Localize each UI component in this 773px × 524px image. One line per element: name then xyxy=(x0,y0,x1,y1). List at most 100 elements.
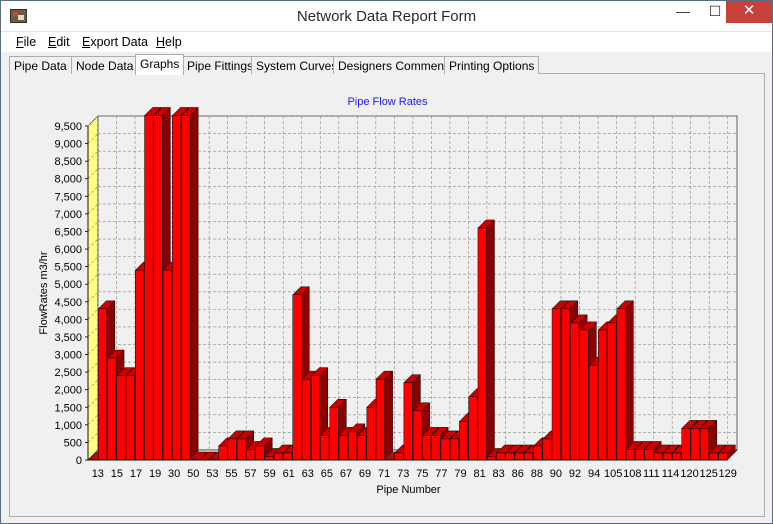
y-tick-label: 9,500 xyxy=(54,121,82,133)
x-axis-title: Pipe Number xyxy=(376,484,441,496)
x-tick-label: 92 xyxy=(569,468,581,480)
x-tick-label: 105 xyxy=(604,468,622,480)
x-tick-label: 30 xyxy=(168,468,180,480)
x-tick-label: 69 xyxy=(359,468,371,480)
y-tick-label: 6,500 xyxy=(54,226,82,238)
bar xyxy=(135,269,145,461)
x-tick-label: 59 xyxy=(263,468,275,480)
bar xyxy=(699,428,709,461)
x-tick-label: 73 xyxy=(397,468,409,480)
y-tick-label: 5,500 xyxy=(54,262,82,274)
bar xyxy=(218,445,228,461)
bar xyxy=(301,378,311,461)
bar xyxy=(144,115,154,461)
bar xyxy=(709,452,719,461)
app-window: Network Data Report Form — ☐ ✕ File Edit… xyxy=(0,0,773,524)
y-tick-label: 2,500 xyxy=(54,367,82,379)
x-tick-label: 57 xyxy=(244,468,256,480)
bar xyxy=(477,227,487,461)
bar xyxy=(98,308,108,461)
bar xyxy=(431,435,441,461)
bar xyxy=(672,452,682,461)
bar xyxy=(570,322,580,461)
y-axis-title: FlowRates m3/hr xyxy=(38,251,50,334)
y-tick-label: 1,500 xyxy=(54,402,82,414)
x-tick-label: 125 xyxy=(699,468,717,480)
x-tick-label: 114 xyxy=(662,468,680,480)
y-tick-label: 3,000 xyxy=(54,350,82,362)
y-tick-label: 7,500 xyxy=(54,191,82,203)
bar xyxy=(172,115,182,461)
bar xyxy=(579,329,589,461)
bar xyxy=(375,378,385,461)
bar xyxy=(181,115,191,461)
x-tick-label: 129 xyxy=(719,468,737,480)
bar xyxy=(422,435,432,461)
bar xyxy=(394,452,404,461)
bar xyxy=(449,438,459,461)
y-tick-label: 4,000 xyxy=(54,314,82,326)
bar xyxy=(311,375,321,461)
x-tick-label: 19 xyxy=(149,468,161,480)
y-tick-label: 5,000 xyxy=(54,279,82,291)
bar xyxy=(662,452,672,461)
y-tick-label: 7,000 xyxy=(54,209,82,221)
bar-side xyxy=(486,219,495,461)
bar-side xyxy=(384,370,393,461)
tab-graphs[interactable]: Graphs xyxy=(135,54,185,75)
bar xyxy=(644,449,654,461)
bar xyxy=(616,308,626,461)
x-tick-label: 77 xyxy=(435,468,447,480)
bar xyxy=(588,364,598,461)
bar-side xyxy=(625,300,634,461)
bar xyxy=(681,428,691,461)
y-tick-label: 8,500 xyxy=(54,156,82,168)
bar xyxy=(246,449,256,461)
bar xyxy=(162,269,172,461)
x-tick-label: 61 xyxy=(283,468,295,480)
bar xyxy=(403,382,413,461)
bar xyxy=(690,428,700,461)
bar xyxy=(348,431,358,461)
bar xyxy=(625,449,635,461)
bar xyxy=(598,329,608,461)
bar xyxy=(542,438,552,461)
bar xyxy=(255,445,265,461)
bar xyxy=(125,375,135,461)
y-tick-label: 500 xyxy=(64,437,82,449)
bar xyxy=(514,452,524,461)
x-tick-label: 71 xyxy=(378,468,390,480)
x-tick-label: 120 xyxy=(680,468,698,480)
y-tick-label: 9,000 xyxy=(54,139,82,151)
x-tick-label: 86 xyxy=(512,468,524,480)
bar xyxy=(635,449,645,461)
x-tick-label: 55 xyxy=(225,468,237,480)
bar xyxy=(283,452,293,461)
y-tick-label: 4,500 xyxy=(54,297,82,309)
y-tick-label: 3,500 xyxy=(54,332,82,344)
x-tick-label: 94 xyxy=(588,468,600,480)
x-tick-label: 67 xyxy=(340,468,352,480)
bar xyxy=(468,396,478,461)
bar xyxy=(653,452,663,461)
bar xyxy=(116,375,126,461)
bar xyxy=(107,357,117,461)
x-tick-label: 88 xyxy=(531,468,543,480)
bar xyxy=(153,115,163,461)
bar xyxy=(486,456,496,461)
bar-side xyxy=(189,106,199,461)
x-tick-label: 108 xyxy=(623,468,641,480)
bar xyxy=(292,294,302,461)
x-tick-label: 13 xyxy=(92,468,104,480)
bar xyxy=(329,407,339,461)
bar xyxy=(412,410,422,461)
bar xyxy=(264,456,274,461)
pipe-flow-chart: 0 500 1,000 1,500 2,000 2,500 3,000 3,500 4,000 4… xyxy=(38,106,738,496)
x-tick-label: 75 xyxy=(416,468,428,480)
x-tick-label: 90 xyxy=(550,468,562,480)
bar xyxy=(533,445,543,461)
x-tick-label: 111 xyxy=(643,468,660,480)
x-tick-label: 63 xyxy=(302,468,314,480)
bar xyxy=(357,435,367,461)
bar xyxy=(440,438,450,461)
